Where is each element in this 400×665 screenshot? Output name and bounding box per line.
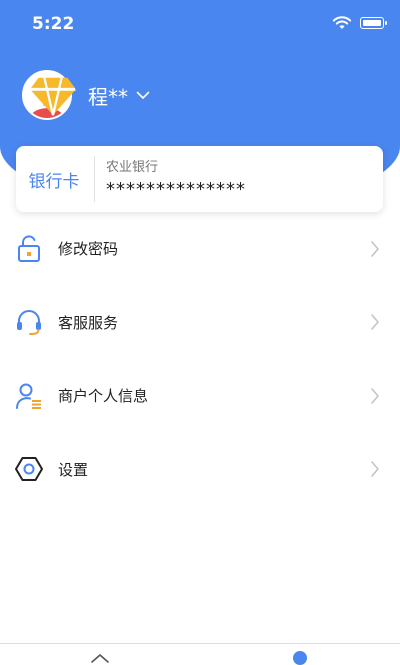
menu-item-change-password[interactable]: 修改密码 xyxy=(0,212,400,286)
chevron-right-icon xyxy=(371,461,379,478)
menu-label: 客服服务 xyxy=(58,313,119,332)
profile-tab-icon[interactable] xyxy=(293,651,307,665)
user-info-icon xyxy=(16,383,41,409)
home-icon[interactable] xyxy=(90,652,110,664)
status-bar: 5:22 xyxy=(0,0,400,48)
profile-header[interactable]: 程** xyxy=(22,70,150,120)
chevron-right-icon xyxy=(371,387,379,404)
battery-icon xyxy=(360,17,387,29)
divider xyxy=(94,156,95,202)
user-name[interactable]: 程** xyxy=(88,81,128,110)
menu-item-settings[interactable]: 设置 xyxy=(0,433,400,507)
bank-card-label: 银行卡 xyxy=(28,171,80,192)
tab-bar xyxy=(0,643,400,665)
settings-hex-icon xyxy=(15,457,43,482)
status-icons xyxy=(332,16,387,30)
chevron-right-icon xyxy=(371,314,379,331)
chevron-right-icon xyxy=(371,240,379,257)
menu-item-customer-service[interactable]: 客服服务 xyxy=(0,286,400,360)
bank-name: 农业银行 xyxy=(106,160,159,175)
status-time: 5:22 xyxy=(32,14,75,34)
wifi-icon xyxy=(332,16,352,29)
menu-label: 设置 xyxy=(58,460,89,479)
menu-label: 修改密码 xyxy=(58,240,119,259)
card-number: ************** xyxy=(106,179,246,200)
menu-label: 商户个人信息 xyxy=(58,387,149,406)
chevron-down-icon[interactable] xyxy=(136,90,150,100)
vip-diamond-icon xyxy=(30,77,76,116)
menu-item-merchant-info[interactable]: 商户个人信息 xyxy=(0,359,400,433)
headset-icon xyxy=(17,310,41,336)
bank-card[interactable]: 银行卡 农业银行 ************** xyxy=(16,146,383,212)
avatar[interactable] xyxy=(22,70,76,120)
menu-list: 修改密码 客服服务 商户个人信息 设置 xyxy=(0,212,400,506)
unlock-icon xyxy=(18,235,40,262)
